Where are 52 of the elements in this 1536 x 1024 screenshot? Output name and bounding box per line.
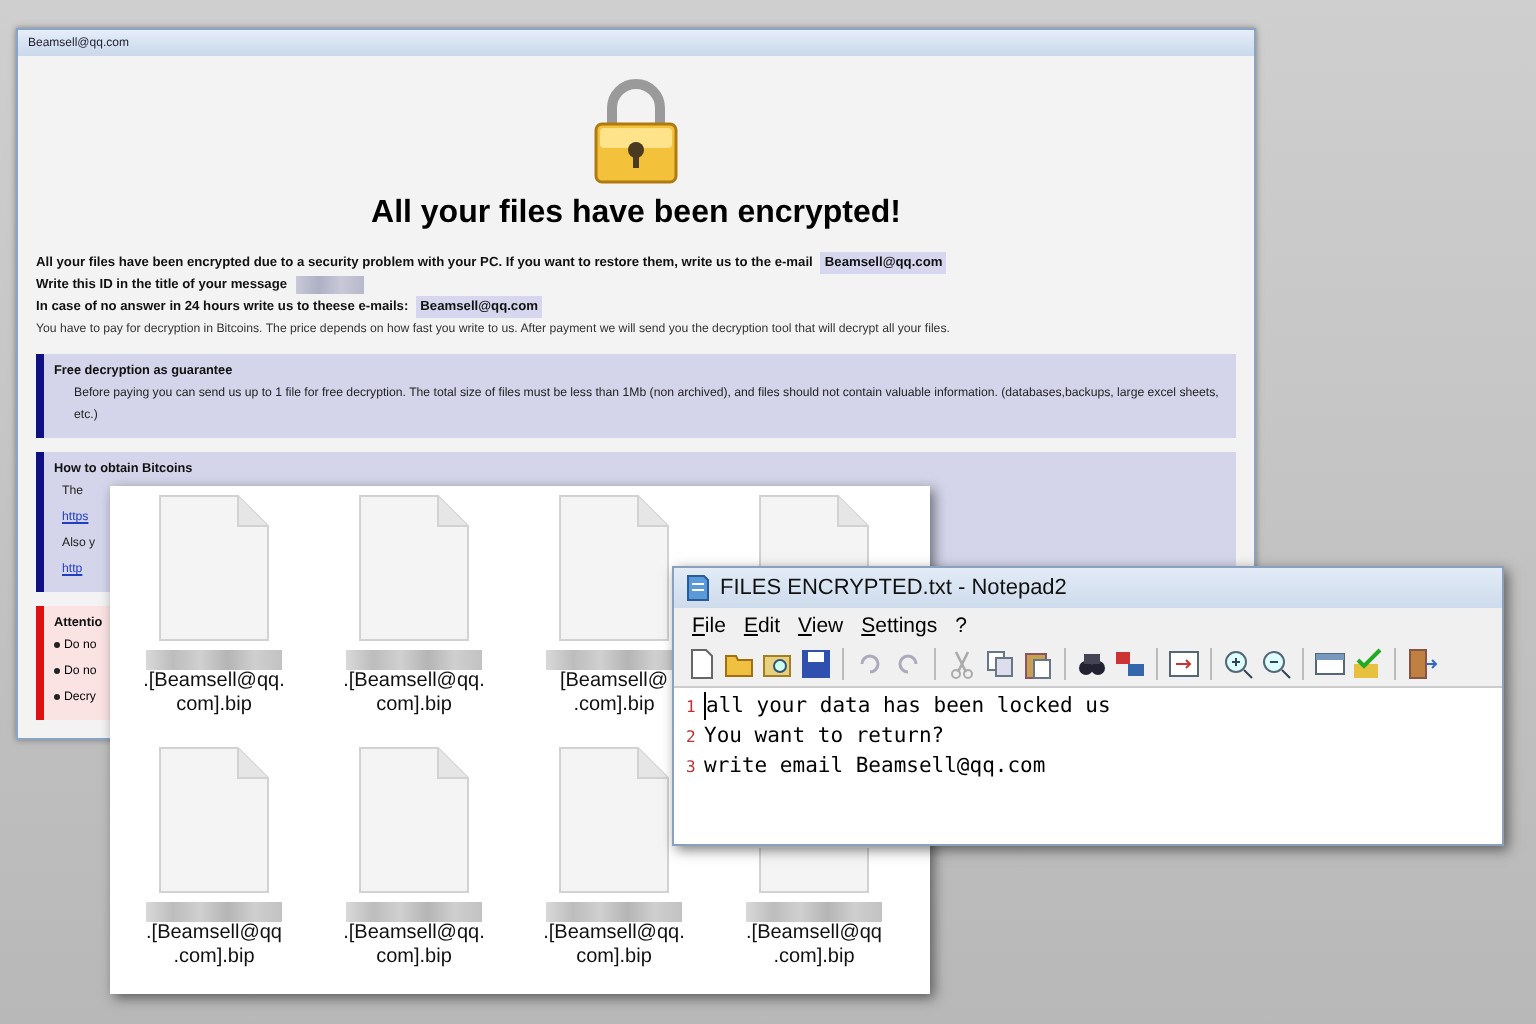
bullet-icon — [54, 668, 60, 674]
zoom-in-icon[interactable] — [1222, 648, 1254, 680]
exit-door-icon[interactable] — [1406, 648, 1438, 680]
blurred-filename — [746, 902, 882, 922]
binoculars-icon[interactable] — [1076, 648, 1108, 680]
text-line: You want to return? — [704, 722, 945, 750]
file-name: .[Beamsell@qq. — [543, 922, 685, 946]
file-name: .[Beamsell@qq. — [343, 670, 485, 694]
goto-icon[interactable] — [1168, 648, 1200, 680]
heading: All your files have been encrypted! — [371, 196, 901, 232]
file-name: com].bip — [176, 694, 252, 718]
notepad-icon — [686, 574, 710, 602]
file-name: .[Beamsell@qq — [746, 922, 882, 946]
file-name: com].bip — [376, 694, 452, 718]
file-name: .[Beamsell@qq — [146, 922, 282, 946]
paste-icon[interactable] — [1022, 648, 1054, 680]
menu-item[interactable]: Settings — [861, 613, 938, 637]
file-name: .[Beamsell@qq. — [343, 922, 485, 946]
zoom-out-icon[interactable] — [1260, 648, 1292, 680]
file-name: [Beamsell@ — [559, 670, 669, 694]
blurred-id — [295, 276, 364, 294]
blurred-filename — [346, 902, 482, 922]
blurred-filename — [146, 650, 282, 670]
new-file-icon[interactable] — [686, 648, 718, 680]
padlock-icon — [590, 76, 682, 184]
text-editor[interactable]: 1 all your data has been locked us 2 You want to return? 3 write email Beamsell@qq.com — [674, 688, 1502, 844]
file-name: .com].bip — [173, 946, 255, 970]
menu-item[interactable]: File — [692, 613, 726, 637]
line-number: 1 — [686, 696, 698, 720]
menu-item[interactable]: ? — [955, 613, 967, 637]
blurred-filename — [546, 902, 682, 922]
bullet-icon — [54, 642, 60, 648]
cut-icon[interactable] — [946, 648, 978, 680]
line-number: 3 — [686, 756, 698, 780]
save-icon[interactable] — [800, 648, 832, 680]
window-icon[interactable] — [1314, 648, 1346, 680]
replace-icon[interactable] — [1114, 648, 1146, 680]
file-name: .[Beamsell@qq. — [143, 670, 285, 694]
blurred-filename — [346, 650, 482, 670]
bullet-icon — [54, 694, 60, 700]
file-name: com].bip — [576, 946, 652, 970]
copy-icon[interactable] — [984, 648, 1016, 680]
menu-item[interactable]: View — [798, 613, 844, 637]
file-name: com].bip — [376, 946, 452, 970]
line-number: 2 — [686, 726, 698, 750]
text-line: write email Beamsell@qq.com — [704, 752, 1046, 780]
menu-item[interactable]: Edit — [743, 613, 781, 637]
text-line: all your data has been locked us — [704, 692, 1111, 720]
window-title: FILES ENCRYPTED.txt - Notepad2 — [720, 576, 1067, 600]
file-name: .com].bip — [773, 946, 855, 970]
blurred-filename — [146, 902, 282, 922]
file-name: .com].bip — [573, 694, 655, 718]
